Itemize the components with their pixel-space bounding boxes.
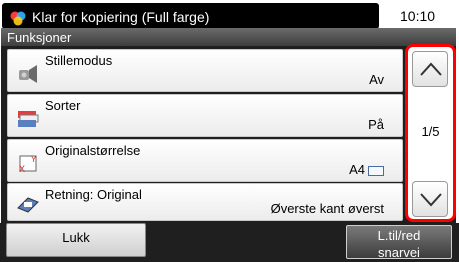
row-label: Stillemodus (45, 53, 113, 68)
list-item-original-size[interactable]: X Y Originalstørrelse A4 (7, 139, 403, 182)
original-size-icon: X Y (19, 155, 37, 174)
scroll-up-button[interactable] (412, 51, 448, 87)
shortcut-label-1: L.til/red (377, 228, 421, 243)
row-label: Retning: Original (45, 187, 142, 202)
chevron-up-icon (420, 62, 442, 76)
row-value: På (368, 117, 384, 132)
row-value: Av (369, 72, 384, 87)
list-item-quiet-mode[interactable]: Stillemodus Av (7, 49, 403, 92)
paper-orientation-icon (368, 165, 384, 176)
scroll-down-button[interactable] (412, 181, 448, 217)
quiet-mode-icon (19, 65, 37, 83)
page-indicator: 1/5 (421, 124, 440, 139)
scroll-control: 1/5 (405, 44, 456, 222)
row-value: A4 (349, 162, 365, 177)
panel-header: Funksjoner (1, 28, 456, 46)
svg-text:Y: Y (31, 155, 37, 164)
chevron-down-icon (420, 193, 442, 207)
orientation-icon (17, 197, 39, 213)
close-button[interactable]: Lukk (6, 223, 146, 257)
functions-panel: Funksjoner Stillemodus Av Sorter På X Y … (1, 28, 456, 223)
clock: 10:10 (400, 8, 436, 24)
row-label: Sorter (45, 98, 81, 113)
collate-icon (18, 111, 39, 127)
add-edit-shortcut-button[interactable]: L.til/red snarvei (346, 225, 452, 260)
color-copy-icon (10, 11, 26, 26)
row-label: Originalstørrelse (45, 143, 141, 158)
status-message-box: Klar for kopiering (Full farge) (2, 3, 379, 29)
close-label: Lukk (62, 230, 90, 245)
list-item-orientation[interactable]: Retning: Original Øverste kant øverst (7, 183, 403, 221)
shortcut-label-2: snarvei (378, 245, 420, 260)
row-value: Øverste kant øverst (270, 201, 384, 216)
list-item-collate[interactable]: Sorter På (7, 94, 403, 137)
status-bar: Klar for kopiering (Full farge) 10:10 (0, 0, 459, 29)
status-title: Klar for kopiering (Full farge) (32, 9, 210, 25)
panel-title: Funksjoner (7, 30, 72, 45)
row-value-wrap: A4 (349, 162, 384, 177)
svg-text:X: X (19, 164, 25, 174)
bottom-bar: Lukk L.til/red snarvei (0, 223, 459, 262)
